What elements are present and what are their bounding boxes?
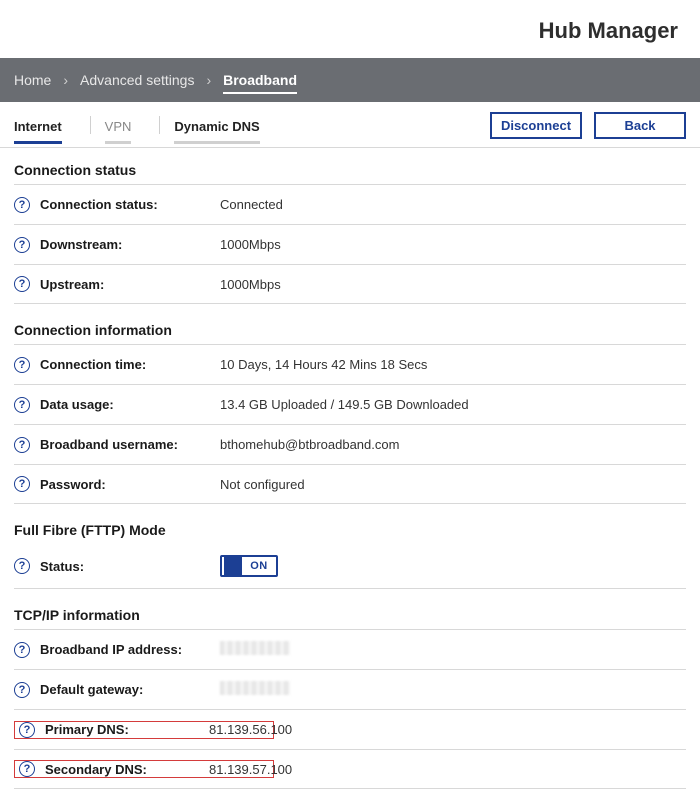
section-title: Connection information — [14, 322, 686, 338]
row-default-gateway: ? Default gateway: — [14, 669, 686, 709]
row-value: 10 Days, 14 Hours 42 Mins 18 Secs — [220, 357, 427, 372]
row-label: Upstream: — [40, 277, 220, 292]
highlight-box: ? Primary DNS: 81.139.56.100 — [14, 721, 274, 739]
help-icon[interactable]: ? — [14, 558, 30, 574]
help-icon[interactable]: ? — [19, 761, 35, 777]
row-label: Password: — [40, 477, 220, 492]
help-icon[interactable]: ? — [14, 237, 30, 253]
row-label: Status: — [40, 559, 220, 574]
section-tcpip: TCP/IP information ? Broadband IP addres… — [0, 593, 700, 793]
help-icon[interactable]: ? — [14, 276, 30, 292]
row-primary-dns: ? Primary DNS: 81.139.56.100 — [14, 709, 686, 749]
section-fttp-mode: Full Fibre (FTTP) Mode ? Status: ON — [0, 508, 700, 593]
back-button[interactable]: Back — [594, 112, 686, 139]
redacted-value — [220, 641, 290, 655]
row-value: 81.139.56.100 — [209, 722, 292, 737]
breadcrumb-broadband[interactable]: Broadband — [223, 70, 297, 94]
breadcrumb-home[interactable]: Home — [14, 70, 51, 90]
row-label: Downstream: — [40, 237, 220, 252]
toggle-knob — [224, 557, 242, 575]
section-title: Full Fibre (FTTP) Mode — [14, 522, 686, 538]
row-label: Broadband username: — [40, 437, 220, 452]
row-label: Secondary DNS: — [45, 762, 209, 777]
divider — [90, 116, 91, 134]
disconnect-button[interactable]: Disconnect — [490, 112, 582, 139]
help-icon[interactable]: ? — [14, 476, 30, 492]
row-value — [220, 641, 290, 658]
row-fttp-status: ? Status: ON — [14, 544, 686, 589]
tab-dynamic-dns[interactable]: Dynamic DNS — [174, 115, 259, 144]
section-connection-info: Connection information ? Connection time… — [0, 308, 700, 508]
row-value: 1000Mbps — [220, 277, 281, 292]
fttp-toggle[interactable]: ON — [220, 555, 278, 577]
help-icon[interactable]: ? — [19, 722, 35, 738]
divider — [159, 116, 160, 134]
row-password: ? Password: Not configured — [14, 464, 686, 504]
row-downstream: ? Downstream: 1000Mbps — [14, 224, 686, 264]
row-label: Default gateway: — [40, 682, 220, 697]
section-title: TCP/IP information — [14, 607, 686, 623]
row-value: bthomehub@btbroadband.com — [220, 437, 399, 452]
row-label: Primary DNS: — [45, 722, 209, 737]
help-icon[interactable]: ? — [14, 397, 30, 413]
row-broadband-ip: ? Broadband IP address: — [14, 629, 686, 669]
row-connection-status: ? Connection status: Connected — [14, 184, 686, 224]
row-secondary-dns: ? Secondary DNS: 81.139.57.100 — [14, 749, 686, 789]
tab-vpn[interactable]: VPN — [105, 115, 132, 144]
help-icon[interactable]: ? — [14, 357, 30, 373]
section-connection-status: Connection status ? Connection status: C… — [0, 148, 700, 308]
highlight-box: ? Secondary DNS: 81.139.57.100 — [14, 760, 274, 778]
toggle-label: ON — [242, 560, 276, 572]
row-label: Broadband IP address: — [40, 642, 220, 657]
chevron-right-icon: › — [63, 72, 68, 88]
breadcrumb-advanced-settings[interactable]: Advanced settings — [80, 70, 194, 90]
row-label: Connection status: — [40, 197, 220, 212]
help-icon[interactable]: ? — [14, 682, 30, 698]
row-label: Connection time: — [40, 357, 220, 372]
row-upstream: ? Upstream: 1000Mbps — [14, 264, 686, 304]
help-icon[interactable]: ? — [14, 642, 30, 658]
row-value: 81.139.57.100 — [209, 762, 292, 777]
chevron-right-icon: › — [206, 72, 211, 88]
breadcrumb: Home › Advanced settings › Broadband — [0, 58, 700, 102]
row-value — [220, 681, 290, 698]
row-label: Data usage: — [40, 397, 220, 412]
row-connection-time: ? Connection time: 10 Days, 14 Hours 42 … — [14, 344, 686, 384]
row-value: 1000Mbps — [220, 237, 281, 252]
subtabs: Internet VPN Dynamic DNS — [14, 115, 490, 144]
row-value: 13.4 GB Uploaded / 149.5 GB Downloaded — [220, 397, 469, 412]
row-broadband-username: ? Broadband username: bthomehub@btbroadb… — [14, 424, 686, 464]
app-title: Hub Manager — [0, 0, 700, 58]
row-value: Not configured — [220, 477, 305, 492]
row-data-usage: ? Data usage: 13.4 GB Uploaded / 149.5 G… — [14, 384, 686, 424]
redacted-value — [220, 681, 290, 695]
action-buttons: Disconnect Back — [490, 112, 686, 147]
section-title: Connection status — [14, 162, 686, 178]
tab-internet[interactable]: Internet — [14, 115, 62, 144]
help-icon[interactable]: ? — [14, 197, 30, 213]
subnav: Internet VPN Dynamic DNS Disconnect Back — [0, 102, 700, 148]
row-value: Connected — [220, 197, 283, 212]
help-icon[interactable]: ? — [14, 437, 30, 453]
